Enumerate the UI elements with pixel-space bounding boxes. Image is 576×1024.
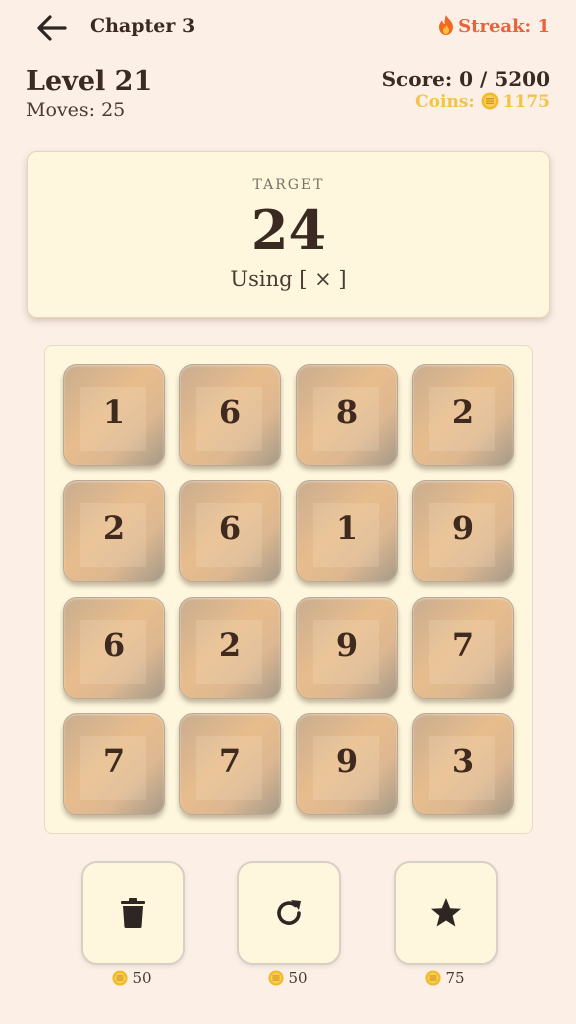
target-operator-hint: Using [ × ] [230, 267, 347, 291]
coins-display: Coins: 1175 [415, 92, 550, 112]
back-button[interactable] [34, 12, 68, 44]
coin-icon [481, 92, 499, 110]
tile-number: 6 [102, 626, 126, 664]
tile-number: 6 [218, 393, 242, 431]
tile-number: 8 [335, 393, 359, 431]
tile-number: 7 [102, 742, 126, 780]
tile-number: 9 [451, 509, 475, 547]
grid-tile[interactable]: 6 [63, 597, 165, 699]
coins-label: Coins: [415, 92, 475, 112]
score-display: Score: 0 / 5200 [381, 67, 550, 91]
trash-button[interactable] [81, 861, 185, 965]
moves-counter: Moves: 25 [26, 99, 126, 121]
grid-tile[interactable]: 1 [296, 480, 398, 582]
refresh-cost-value: 50 [288, 969, 308, 987]
tile-number: 2 [451, 393, 475, 431]
target-card: TARGET 24 Using [ × ] [27, 151, 550, 318]
tile-number: 2 [218, 626, 242, 664]
arrow-left-icon [37, 15, 67, 41]
refresh-button[interactable] [237, 861, 341, 965]
trash-cost-value: 50 [132, 969, 152, 987]
grid-tile[interactable]: 2 [412, 364, 514, 466]
level-title: Level 21 [26, 66, 153, 97]
grid-tile[interactable]: 7 [179, 713, 281, 815]
coin-icon [112, 970, 129, 986]
grid-tile[interactable]: 6 [179, 480, 281, 582]
target-label: TARGET [252, 177, 325, 193]
star-button[interactable] [394, 861, 498, 965]
grid-tile[interactable]: 6 [179, 364, 281, 466]
tile-number: 9 [335, 626, 359, 664]
grid-tile[interactable]: 7 [412, 597, 514, 699]
streak-counter: Streak: 1 [438, 15, 550, 37]
star-cost: 75 [395, 969, 495, 987]
grid-tile[interactable]: 9 [296, 713, 398, 815]
coin-icon [268, 970, 285, 986]
grid-tile[interactable]: 9 [412, 480, 514, 582]
trash-cost: 50 [82, 969, 182, 987]
tile-number: 7 [218, 742, 242, 780]
grid-tile[interactable]: 2 [179, 597, 281, 699]
tile-number: 9 [335, 742, 359, 780]
star-cost-value: 75 [445, 969, 465, 987]
grid-tile[interactable]: 1 [63, 364, 165, 466]
top-bar: Chapter 3 Streak: 1 [0, 0, 576, 56]
number-grid: 1 6 8 2 2 6 1 9 6 2 9 7 7 7 9 3 [44, 345, 533, 834]
grid-tile[interactable]: 7 [63, 713, 165, 815]
tile-number: 6 [218, 509, 242, 547]
grid-tile[interactable]: 8 [296, 364, 398, 466]
tile-number: 3 [451, 742, 475, 780]
coin-icon [425, 970, 442, 986]
trash-icon [121, 898, 145, 928]
tile-number: 1 [102, 393, 126, 431]
tile-number: 2 [102, 509, 126, 547]
chapter-title: Chapter 3 [90, 15, 196, 37]
streak-text: Streak: 1 [458, 16, 550, 37]
refresh-cost: 50 [238, 969, 338, 987]
grid-tile[interactable]: 3 [412, 713, 514, 815]
tile-number: 1 [335, 509, 359, 547]
tile-number: 7 [451, 626, 475, 664]
refresh-icon [277, 900, 301, 925]
grid-tile[interactable]: 2 [63, 480, 165, 582]
coins-value: 1175 [502, 92, 550, 112]
target-value: 24 [250, 198, 327, 262]
fire-icon [439, 15, 454, 35]
grid-tile[interactable]: 9 [296, 597, 398, 699]
star-icon [431, 898, 461, 927]
